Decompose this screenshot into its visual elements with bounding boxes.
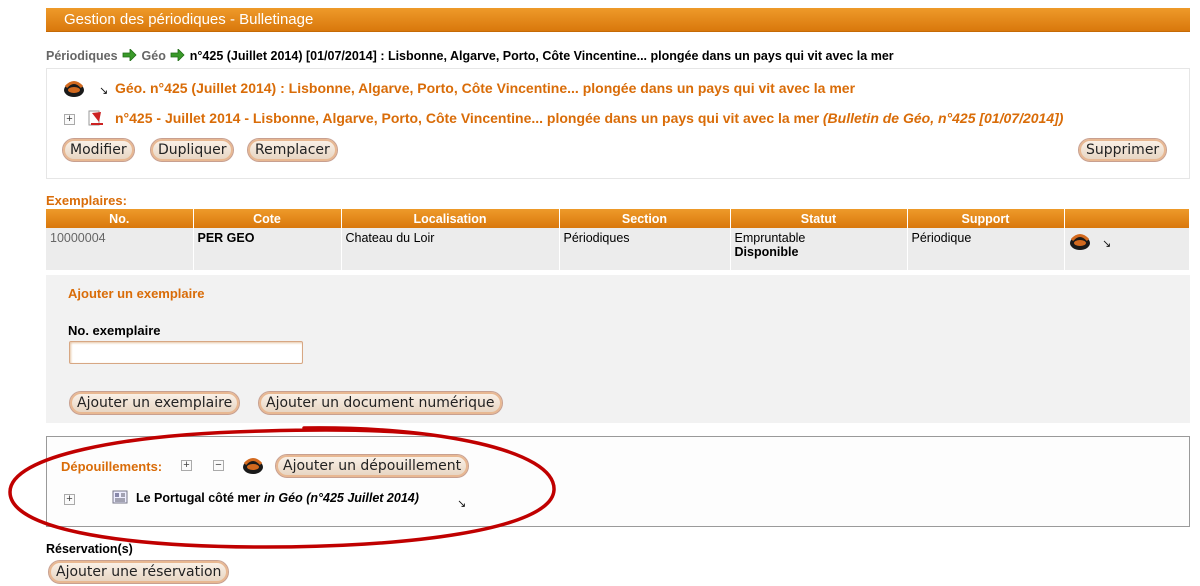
cell-statut: Empruntable Disponible bbox=[730, 228, 908, 270]
cell-actions: ↘ bbox=[1064, 228, 1190, 270]
cell-support: Périodique bbox=[907, 228, 1065, 270]
periodical-notice-link[interactable]: Géo. n°425 (Juillet 2014) : Lisbonne, Al… bbox=[115, 80, 855, 96]
delete-button[interactable]: Supprimer bbox=[1078, 138, 1168, 162]
cell-localisation: Chateau du Loir bbox=[341, 228, 560, 270]
basket-icon[interactable] bbox=[1069, 231, 1091, 251]
cell-cote: PER GEO bbox=[193, 228, 342, 270]
bulletin-icon bbox=[88, 110, 103, 126]
exemplaires-table: No. Cote Localisation Section Statut Sup… bbox=[46, 209, 1190, 270]
table-row[interactable]: 10000004 PER GEO Chateau du Loir Périodi… bbox=[46, 228, 1190, 270]
expand-arrow-icon[interactable]: ↘ bbox=[99, 84, 108, 97]
basket-icon[interactable] bbox=[63, 78, 85, 98]
breadcrumb-periodiques[interactable]: Périodiques bbox=[46, 49, 118, 63]
table-header-row: No. Cote Localisation Section Statut Sup… bbox=[46, 209, 1190, 228]
exemplaire-number-input[interactable] bbox=[69, 341, 303, 364]
bulletin-line: n°425 - Juillet 2014 - Lisbonne, Algarve… bbox=[115, 110, 1063, 126]
modify-button[interactable]: Modifier bbox=[62, 138, 135, 162]
bulletin-title-link[interactable]: n°425 - Juillet 2014 - Lisbonne, Algarve… bbox=[115, 110, 819, 126]
breadcrumb-geo[interactable]: Géo bbox=[142, 49, 166, 63]
statut-line: Empruntable bbox=[734, 231, 806, 245]
cell-no[interactable]: 10000004 bbox=[46, 228, 194, 270]
exemplaires-label: Exemplaires: bbox=[46, 193, 127, 208]
col-header-localisation[interactable]: Localisation bbox=[341, 209, 560, 228]
col-header-statut[interactable]: Statut bbox=[730, 209, 908, 228]
col-header-no[interactable]: No. bbox=[46, 209, 194, 228]
duplicate-button[interactable]: Dupliquer bbox=[150, 138, 235, 162]
bulletin-reference: (Bulletin de Géo, n°425 [01/07/2014]) bbox=[822, 110, 1064, 126]
expand-plus-icon[interactable]: + bbox=[64, 114, 75, 125]
green-arrow-icon bbox=[170, 49, 185, 61]
add-exemplaire-title: Ajouter un exemplaire bbox=[68, 286, 205, 301]
green-arrow-icon bbox=[122, 49, 137, 61]
breadcrumb-current: n°425 (Juillet 2014) [01/07/2014] : Lisb… bbox=[189, 49, 894, 63]
reservation-label: Réservation(s) bbox=[46, 542, 133, 556]
breadcrumb: Périodiques Géo n°425 (Juillet 2014) [01… bbox=[46, 49, 894, 63]
add-reservation-button[interactable]: Ajouter une réservation bbox=[48, 560, 230, 584]
col-header-cote[interactable]: Cote bbox=[193, 209, 342, 228]
add-exemplaire-button[interactable]: Ajouter un exemplaire bbox=[69, 391, 241, 415]
cell-section: Périodiques bbox=[559, 228, 731, 270]
replace-button[interactable]: Remplacer bbox=[247, 138, 338, 162]
col-header-actions bbox=[1064, 209, 1190, 228]
availability-status: Disponible bbox=[734, 245, 799, 259]
col-header-section[interactable]: Section bbox=[559, 209, 731, 228]
expand-arrow-icon[interactable]: ↘ bbox=[1102, 238, 1111, 250]
add-digital-document-button[interactable]: Ajouter un document numérique bbox=[258, 391, 503, 415]
page-title-bar: Gestion des périodiques - Bulletinage bbox=[46, 8, 1190, 32]
red-annotation-ellipse bbox=[8, 426, 556, 549]
page-title: Gestion des périodiques - Bulletinage bbox=[64, 11, 314, 28]
col-header-support[interactable]: Support bbox=[907, 209, 1065, 228]
exemplaire-number-label: No. exemplaire bbox=[68, 323, 161, 338]
